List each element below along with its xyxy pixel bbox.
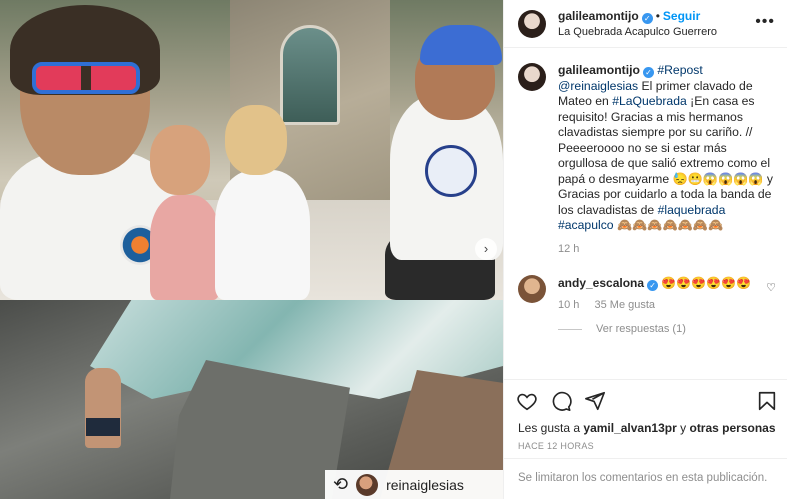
commenter-username[interactable]: andy_escalona [558,276,644,290]
child-two [225,105,287,175]
child-one [150,125,210,195]
post-timestamp[interactable]: HACE 12 HORAS [518,441,594,451]
liker-username[interactable]: yamil_alvan13pr [583,421,676,435]
hashtag-laquebrada-lower[interactable]: #laquebrada [658,203,726,217]
blue-cap [420,25,502,65]
likes-summary: Les gusta a yamil_alvan13pr y otras pers… [518,421,776,435]
post-header: galileamontijo ✓ • Seguir La Quebrada Acapu… [504,0,787,48]
verified-icon: ✓ [647,280,659,291]
comments-limited-notice: Se limitaron los comentarios en esta pub… [504,458,787,499]
sunglasses [32,62,140,94]
caption-time[interactable]: 12 h [558,242,776,258]
more-options-icon[interactable]: ••• [755,13,775,31]
instagram-post: › ⟲ reinaiglesias galileamontijo ✓ • Seguir… [0,0,787,499]
repost-icon: ⟲ [333,474,349,494]
verified-icon: ✓ [642,67,654,78]
post-media[interactable]: › ⟲ reinaiglesias [0,0,503,499]
shrine [280,25,340,125]
repost-username: reinaiglesias [386,476,464,493]
photo-family-selfie [0,0,503,300]
follow-button[interactable]: Seguir [663,9,700,23]
post-location[interactable]: La Quebrada Acapulco Guerrero [558,24,717,40]
post-panel: galileamontijo ✓ • Seguir La Quebrada Acapu… [503,0,787,499]
repost-badge: ⟲ reinaiglesias [325,470,503,499]
verified-icon: ✓ [641,12,653,24]
action-bar [504,379,787,421]
mention-link[interactable]: @reinaiglesias [558,79,638,93]
caption-author-avatar[interactable] [518,63,546,91]
heart-icon[interactable] [516,390,538,412]
view-replies-label: Ver respuestas (1) [596,323,686,335]
author-username[interactable]: galileamontijo [558,9,639,23]
commenter-avatar[interactable] [518,275,546,303]
comment-like-icon[interactable]: ♡ [766,281,776,294]
bookmark-icon[interactable] [756,390,778,412]
caption: galileamontijo ✓ #Repost @reinaiglesias E… [518,63,776,257]
other-likers-button[interactable]: otras personas [689,421,775,435]
comments-section: galileamontijo ✓ #Repost @reinaiglesias E… [504,49,787,379]
caption-author[interactable]: galileamontijo [558,63,640,77]
diver-figure [85,368,121,448]
comment-icon[interactable] [550,390,572,412]
comment-text: 😍😍😍😍😍😍 [661,276,752,290]
view-replies-button[interactable]: Ver respuestas (1) [558,323,776,335]
comment-item: andy_escalona ✓ 😍😍😍😍😍😍 10 h 35 Me gusta ♡ [518,275,776,311]
share-icon[interactable] [584,390,606,412]
comment-likes[interactable]: 35 Me gusta [594,299,655,311]
caption-text-2: ¡En casa es requisito! Gracias a mis her… [558,94,774,217]
caption-emojis: 🙈🙈🙈🙈🙈🙈🙈 [616,218,724,232]
hashtag-acapulco[interactable]: #acapulco [558,218,614,232]
repost-avatar [356,473,379,496]
carousel-next-button[interactable]: › [475,238,497,260]
repost-hashtag[interactable]: #Repost [657,63,702,77]
author-avatar[interactable] [518,9,546,38]
hashtag-laquebrada[interactable]: #LaQuebrada [612,94,687,108]
comment-time[interactable]: 10 h [558,299,579,311]
